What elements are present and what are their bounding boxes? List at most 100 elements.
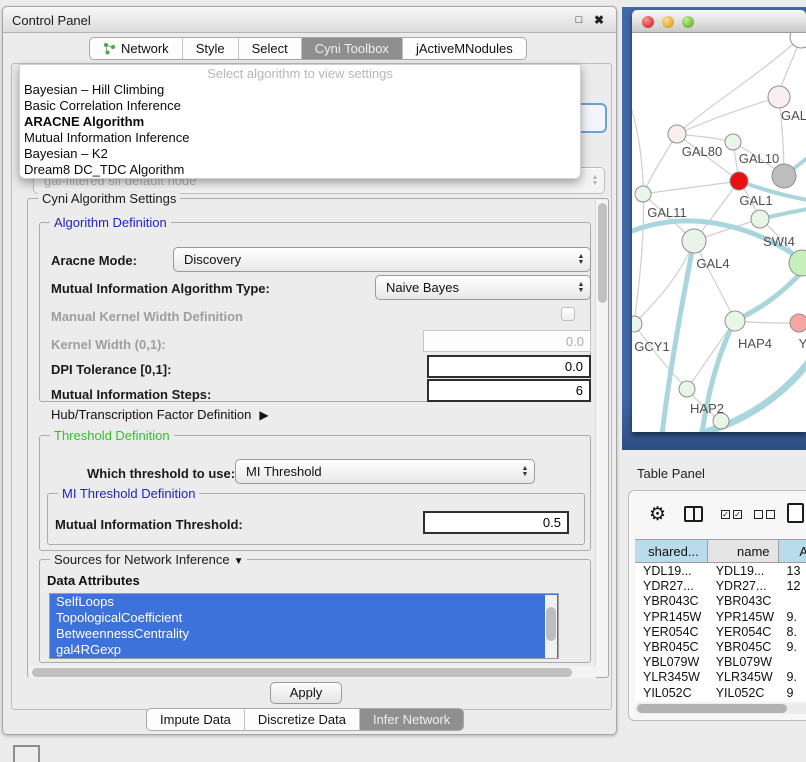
- zoom-window-icon[interactable]: [682, 16, 694, 28]
- aracne-mode-label: Aracne Mode:: [51, 253, 137, 268]
- table-horizontal-scrollbar[interactable]: [635, 703, 806, 714]
- table-panel: ⚙ ✓✓ shared...nameA YDL19...YDL19...13YD…: [628, 490, 806, 721]
- close-window-icon[interactable]: [642, 16, 654, 28]
- minimized-panel-icon[interactable]: [13, 745, 40, 762]
- network-node-gal1[interactable]: [730, 172, 748, 190]
- tab-style[interactable]: Style: [183, 38, 239, 59]
- new-column-document-icon[interactable]: [787, 503, 804, 523]
- network-node-gal4[interactable]: [682, 229, 706, 253]
- aracne-mode-combo[interactable]: Discovery ▲▼: [173, 247, 591, 272]
- network-node-gal[interactable]: [768, 86, 790, 108]
- table-row[interactable]: YBL079WYBL079W: [635, 654, 806, 669]
- cyni-algorithm-settings-title: Cyni Algorithm Settings: [38, 191, 180, 206]
- table-cell: 9.: [779, 609, 806, 624]
- algorithm-dropdown-hint: Select algorithm to view settings: [20, 65, 580, 82]
- tab-label: Select: [252, 41, 288, 56]
- network-node-swi4[interactable]: [751, 210, 769, 228]
- apply-button[interactable]: Apply: [270, 682, 342, 704]
- table-column-header[interactable]: name: [708, 540, 779, 562]
- tab-select[interactable]: Select: [239, 38, 302, 59]
- kernel-width-field[interactable]: [423, 330, 591, 352]
- hub-transcription-factor-section[interactable]: Hub/Transcription Factor Definition▶: [51, 407, 269, 422]
- network-node-hap2[interactable]: [679, 381, 695, 397]
- network-node[interactable]: [772, 164, 796, 188]
- tab-label: Cyni Toolbox: [315, 41, 389, 56]
- dpi-tolerance-field[interactable]: [427, 355, 591, 378]
- collapse-down-icon[interactable]: ▼: [234, 556, 244, 567]
- tab-label: Style: [196, 41, 225, 56]
- mi-threshold-field[interactable]: [423, 511, 569, 534]
- table-settings-gear-icon[interactable]: ⚙: [649, 503, 666, 526]
- table-cell: YBR043C: [635, 593, 708, 608]
- table-row[interactable]: YBR045CYBR045C9.: [635, 639, 806, 654]
- column-layout-icon[interactable]: [684, 506, 703, 522]
- network-node[interactable]: [790, 33, 806, 48]
- data-attribute-item[interactable]: TopologicalCoefficient: [50, 610, 558, 626]
- table-row[interactable]: YLR345WYLR345W9.: [635, 669, 806, 684]
- attribute-list-scrollbar[interactable]: [545, 595, 557, 659]
- mi-threshold-definition-title: MI Threshold Definition: [58, 486, 199, 501]
- bottom-tab-impute-data[interactable]: Impute Data: [147, 709, 245, 730]
- table-row[interactable]: YBR043CYBR043C: [635, 593, 806, 608]
- close-panel-icon[interactable]: ✖: [592, 13, 606, 27]
- network-canvas[interactable]: GALGAL80GAL10GAL1GAL11SWI4GAL4GCY1HAP4YH…: [632, 33, 806, 432]
- bottom-tab-discretize-data[interactable]: Discretize Data: [245, 709, 360, 730]
- algorithm-option[interactable]: Bayesian – K2: [20, 146, 580, 162]
- settings-horizontal-scrollbar[interactable]: [29, 666, 596, 678]
- table-header-row: shared...nameA: [635, 539, 806, 563]
- table-cell: [779, 593, 806, 608]
- table-row[interactable]: YER054CYER054C8.: [635, 624, 806, 639]
- data-attribute-item[interactable]: gal4RGexp: [50, 642, 558, 658]
- bottom-tab-infer-network[interactable]: Infer Network: [360, 709, 463, 730]
- tab-cyni-toolbox[interactable]: Cyni Toolbox: [302, 38, 403, 59]
- network-node-label: GAL11: [647, 205, 687, 220]
- data-attributes-list[interactable]: SelfLoopsTopologicalCoefficientBetweenne…: [49, 593, 559, 659]
- network-node-hap4[interactable]: [725, 311, 745, 331]
- table-cell: YER054C: [708, 624, 779, 639]
- tab-jactivemnodules[interactable]: jActiveMNodules: [403, 38, 526, 59]
- algorithm-option[interactable]: Dream8 DC_TDC Algorithm: [20, 162, 580, 178]
- table-row[interactable]: YIL052CYIL052C9: [635, 685, 806, 700]
- node-table[interactable]: shared...nameA YDL19...YDL19...13YDR27..…: [635, 539, 806, 701]
- network-node-gal10[interactable]: [725, 134, 741, 150]
- deselect-all-columns-icon[interactable]: [754, 510, 775, 519]
- network-node-gcy1[interactable]: [632, 316, 642, 332]
- network-node-label: GAL80: [682, 144, 722, 159]
- data-attribute-item[interactable]: BetweennessCentrality: [50, 626, 558, 642]
- table-cell: YBR045C: [708, 639, 779, 654]
- combo-arrows-icon: ▲▼: [572, 282, 590, 294]
- table-cell: YBR045C: [635, 639, 708, 654]
- table-column-header[interactable]: shared...: [635, 540, 708, 562]
- data-attribute-item[interactable]: SelfLoops: [50, 594, 558, 610]
- table-row[interactable]: YPR145WYPR145W9.: [635, 609, 806, 624]
- algorithm-option[interactable]: ARACNE Algorithm: [20, 114, 580, 130]
- network-window-titlebar[interactable]: [632, 10, 806, 33]
- which-threshold-combo[interactable]: MI Threshold ▲▼: [235, 459, 535, 484]
- algorithm-option[interactable]: Mutual Information Inference: [20, 130, 580, 146]
- table-row[interactable]: YDR27...YDR27...12: [635, 578, 806, 593]
- mi-steps-field[interactable]: [427, 379, 591, 402]
- network-node-gal11[interactable]: [635, 186, 651, 202]
- manual-kernel-width-checkbox[interactable]: [561, 307, 575, 321]
- table-row[interactable]: YDL19...YDL19...13: [635, 563, 806, 578]
- algorithm-option[interactable]: Basic Correlation Inference: [20, 98, 580, 114]
- table-cell: YLR345W: [635, 669, 708, 684]
- data-attributes-label: Data Attributes: [47, 573, 140, 588]
- bottom-tab-label: Infer Network: [373, 712, 450, 727]
- network-node-gal80[interactable]: [668, 125, 686, 143]
- minimize-window-icon[interactable]: [662, 16, 674, 28]
- tab-label: jActiveMNodules: [416, 41, 513, 56]
- mi-algorithm-type-combo[interactable]: Naive Bayes ▲▼: [375, 275, 591, 300]
- algorithm-option[interactable]: Bayesian – Hill Climbing: [20, 82, 580, 98]
- select-all-columns-icon[interactable]: ✓✓: [721, 510, 742, 519]
- which-threshold-label: Which threshold to use:: [87, 466, 235, 481]
- expand-right-icon[interactable]: ▶: [259, 408, 268, 422]
- tab-network[interactable]: Network: [90, 38, 183, 59]
- table-cell: 9.: [779, 639, 806, 654]
- table-cell: 13: [779, 563, 806, 578]
- float-panel-icon[interactable]: □: [572, 13, 586, 27]
- network-node-y[interactable]: [790, 314, 806, 332]
- settings-vertical-scrollbar[interactable]: [595, 200, 608, 676]
- table-column-header[interactable]: A: [779, 540, 806, 562]
- network-node-label: GAL4: [696, 256, 729, 271]
